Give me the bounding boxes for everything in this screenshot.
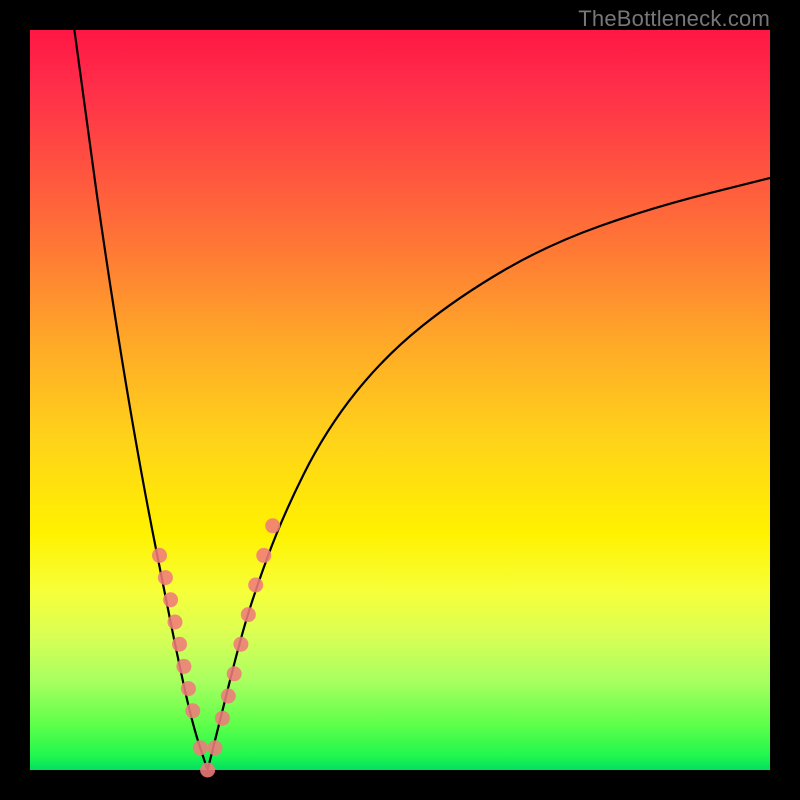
curve-right-arm — [208, 178, 770, 770]
watermark-text: TheBottleneck.com — [578, 6, 770, 32]
data-dot — [256, 548, 271, 563]
data-dot — [181, 681, 196, 696]
chart-svg — [30, 30, 770, 770]
data-dot — [221, 689, 236, 704]
data-dot — [152, 548, 167, 563]
chart-frame: TheBottleneck.com — [0, 0, 800, 800]
data-dot — [208, 740, 223, 755]
data-dot — [248, 578, 263, 593]
data-dot — [176, 659, 191, 674]
curve-left-arm — [74, 30, 207, 770]
data-dot — [193, 740, 208, 755]
data-dot — [233, 637, 248, 652]
data-dot — [185, 703, 200, 718]
data-dot — [265, 518, 280, 533]
data-dot — [158, 570, 173, 585]
data-dot — [215, 711, 230, 726]
data-dot — [200, 763, 215, 778]
data-dot — [168, 615, 183, 630]
data-dot — [227, 666, 242, 681]
data-dot — [163, 592, 178, 607]
data-dot — [241, 607, 256, 622]
data-dot — [172, 637, 187, 652]
plot-area — [30, 30, 770, 770]
